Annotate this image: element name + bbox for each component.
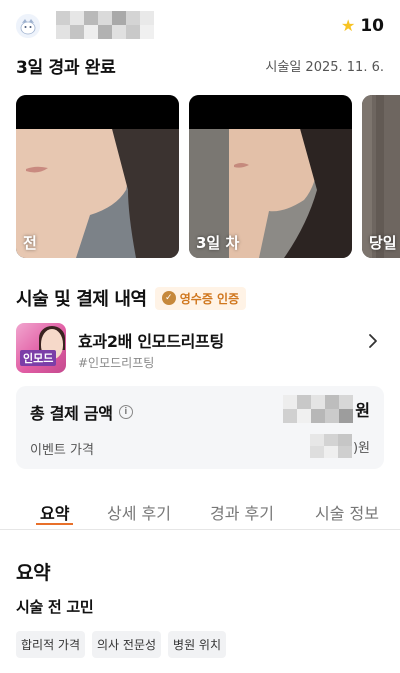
tab-progress-review[interactable]: 경과 후기 bbox=[210, 500, 274, 524]
concern-chip: 합리적 가격 bbox=[16, 631, 86, 658]
concern-title: 시술 전 고민 bbox=[16, 598, 94, 616]
result-title: 3일 경과 완료 bbox=[16, 57, 116, 78]
photo-blackout bbox=[16, 95, 179, 129]
masked-event-amount bbox=[309, 434, 352, 458]
photo-label: 전 bbox=[23, 234, 37, 252]
info-icon[interactable]: i bbox=[118, 405, 133, 419]
masked-username bbox=[56, 11, 154, 39]
tab-procedure-info[interactable]: 시술 정보 bbox=[315, 500, 379, 524]
concern-chip: 병원 위치 bbox=[168, 631, 227, 658]
event-price-label: 이벤트 가격 bbox=[30, 443, 94, 458]
photo-label: 3일 차 bbox=[196, 234, 240, 252]
total-amount: 원 bbox=[283, 394, 370, 424]
total-currency: 원 bbox=[355, 401, 370, 420]
concern-chip: 의사 전문성 bbox=[92, 631, 162, 658]
product-thumbnail: 인모드 bbox=[16, 323, 66, 373]
masked-total-amount bbox=[283, 395, 354, 423]
event-currency: )원 bbox=[352, 440, 370, 456]
event-price-amount: )원 bbox=[309, 433, 370, 459]
section-title: 시술 및 결제 내역 bbox=[16, 289, 147, 310]
photo-day3[interactable]: 3일 차 bbox=[189, 95, 352, 258]
payment-section-header: 시술 및 결제 내역 ✓ 영수증 인증 bbox=[16, 284, 247, 312]
summary-title: 요약 bbox=[16, 562, 51, 584]
top-bar: ★ 10 bbox=[0, 0, 400, 52]
photo-before[interactable]: 전 bbox=[16, 95, 179, 258]
profile-avatar-icon[interactable] bbox=[16, 14, 40, 38]
badge-label: 영수증 인증 bbox=[179, 291, 240, 306]
photo-label: 당일 bbox=[369, 234, 397, 252]
photo-strip[interactable]: 전 3일 차 당일 bbox=[16, 95, 400, 258]
procedure-date: 시술일 2025. 11. 6. bbox=[265, 59, 384, 75]
product-row[interactable]: 인모드 효과2배 인모드리프팅 #인모드리프팅 bbox=[16, 323, 384, 375]
product-name: 효과2배 인모드리프팅 bbox=[78, 332, 224, 351]
verified-check-icon: ✓ bbox=[161, 291, 176, 305]
concern-chips: 합리적 가격 의사 전문성 병원 위치 bbox=[16, 631, 227, 658]
receipt-verified-badge: ✓ 영수증 인증 bbox=[154, 286, 247, 310]
tab-detailed-review[interactable]: 상세 후기 bbox=[107, 500, 171, 524]
chevron-right-icon[interactable] bbox=[364, 332, 382, 350]
total-label-text: 총 결제 금액 bbox=[30, 404, 113, 423]
photo-blackout bbox=[189, 95, 352, 129]
product-hashtag[interactable]: #인모드리프팅 bbox=[78, 354, 154, 371]
total-payment-label: 총 결제 금액 i bbox=[30, 400, 133, 424]
payment-summary-box: 총 결제 금액 i 원 이벤트 가격 )원 bbox=[16, 386, 384, 469]
photo-same-day[interactable]: 당일 bbox=[362, 95, 400, 258]
star-icon: ★ bbox=[340, 16, 356, 35]
result-row: 3일 경과 완료 시술일 2025. 11. 6. bbox=[16, 52, 384, 78]
thumb-brand-tag: 인모드 bbox=[20, 350, 57, 366]
tab-summary[interactable]: 요약 bbox=[35, 500, 74, 525]
rating-score: 10 bbox=[360, 16, 384, 36]
rating: ★ 10 bbox=[341, 14, 384, 38]
review-tabs: 요약 상세 후기 경과 후기 시술 정보 bbox=[0, 494, 400, 530]
